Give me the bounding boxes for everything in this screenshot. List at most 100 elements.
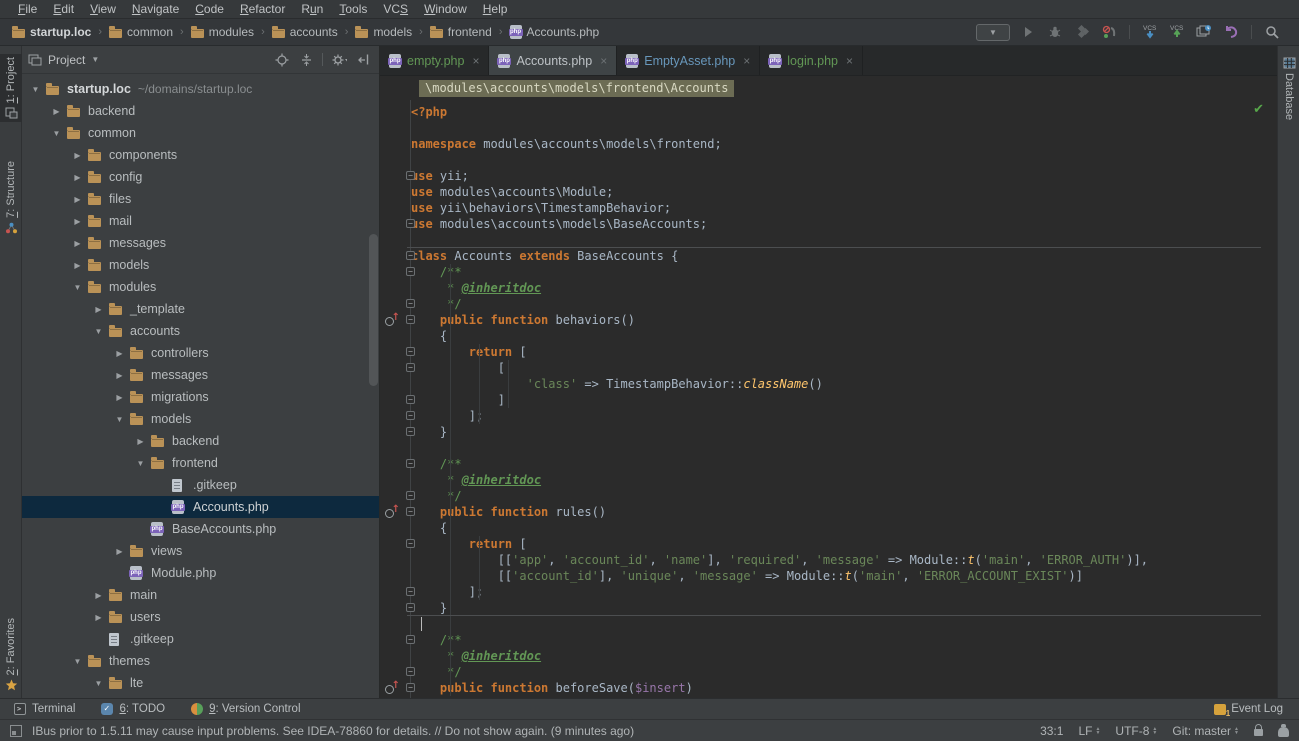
code-line[interactable]: /** [411, 264, 1277, 280]
tree-row-common[interactable]: ▼common [22, 122, 379, 144]
gear-settings-icon[interactable] [331, 52, 347, 68]
tree-row-themes[interactable]: ▼themes [22, 650, 379, 672]
code-line[interactable] [411, 616, 1277, 632]
breadcrumb-item-models[interactable]: models [353, 24, 414, 40]
fold-end-icon[interactable]: − [406, 667, 415, 676]
code-line[interactable]: */ [411, 664, 1277, 680]
tree-row-users[interactable]: ▶users [22, 606, 379, 628]
tree-collapsed-arrow-icon[interactable]: ▶ [46, 107, 67, 116]
tree-row--gitkeep[interactable]: .gitkeep [22, 474, 379, 496]
collapse-all-icon[interactable] [298, 52, 314, 68]
lock-icon[interactable] [1254, 729, 1263, 736]
tree-row-module-php[interactable]: phpModule.php [22, 562, 379, 584]
menu-refactor[interactable]: Refactor [232, 0, 293, 18]
tree-collapsed-arrow-icon[interactable]: ▶ [67, 151, 88, 160]
fold-start-icon[interactable]: − [406, 171, 415, 180]
code-line[interactable]: } [411, 600, 1277, 616]
namespace-reference-chip[interactable]: \modules\accounts\models\frontend\Accoun… [419, 80, 734, 97]
tree-collapsed-arrow-icon[interactable]: ▶ [109, 371, 130, 380]
fold-end-icon[interactable]: − [406, 299, 415, 308]
tree-row-models[interactable]: ▼models [22, 408, 379, 430]
code-line[interactable]: class Accounts extends BaseAccounts { [411, 248, 1277, 264]
menu-file[interactable]: File [10, 0, 45, 18]
code-line[interactable]: use modules\accounts\Module; [411, 184, 1277, 200]
breadcrumb-item-modules[interactable]: modules [189, 24, 256, 40]
tree-expanded-arrow-icon[interactable]: ▼ [25, 85, 46, 94]
fold-start-icon[interactable]: − [406, 347, 415, 356]
tree-row-frontend[interactable]: ▼frontend [22, 452, 379, 474]
code-line[interactable]: return [ [411, 344, 1277, 360]
fold-start-icon[interactable]: − [406, 683, 415, 692]
code-line[interactable]: 'class' => TimestampBehavior::className(… [411, 376, 1277, 392]
fold-start-icon[interactable]: − [406, 539, 415, 548]
toolwindow-toggle-icon[interactable] [10, 725, 22, 737]
menu-code[interactable]: Code [187, 0, 232, 18]
tab-close-icon[interactable]: × [846, 54, 853, 68]
status-message[interactable]: IBus prior to 1.5.11 may cause input pro… [32, 724, 634, 738]
tree-expanded-arrow-icon[interactable]: ▼ [88, 327, 109, 336]
tree-row-accounts[interactable]: ▼accounts [22, 320, 379, 342]
menu-vcs[interactable]: VCS [375, 0, 416, 18]
fold-end-icon[interactable]: − [406, 219, 415, 228]
tree-row-components[interactable]: ▶components [22, 144, 379, 166]
breadcrumb-item-accounts-php[interactable]: phpAccounts.php [508, 24, 602, 40]
breadcrumb-item-common[interactable]: common [107, 24, 175, 40]
code-line[interactable]: { [411, 520, 1277, 536]
tree-expanded-arrow-icon[interactable]: ▼ [109, 415, 130, 424]
tree-row-models[interactable]: ▶models [22, 254, 379, 276]
tree-row--gitkeep[interactable]: .gitkeep [22, 628, 379, 650]
fold-start-icon[interactable]: − [406, 251, 415, 260]
tab-close-icon[interactable]: × [472, 54, 479, 68]
tree-expanded-arrow-icon[interactable]: ▼ [130, 459, 151, 468]
fold-end-icon[interactable]: − [406, 411, 415, 420]
tree-collapsed-arrow-icon[interactable]: ▶ [67, 261, 88, 270]
tree-expanded-arrow-icon[interactable]: ▼ [67, 283, 88, 292]
tree-row-_template[interactable]: ▶_template [22, 298, 379, 320]
code-line[interactable]: namespace modules\accounts\models\fronte… [411, 136, 1277, 152]
override-method-icon[interactable] [385, 682, 399, 694]
tab-close-icon[interactable]: × [600, 54, 607, 68]
tree-row-backend[interactable]: ▶backend [22, 430, 379, 452]
tree-row-baseaccounts-php[interactable]: phpBaseAccounts.php [22, 518, 379, 540]
code-line[interactable]: } [411, 424, 1277, 440]
code-line[interactable]: use yii; [411, 168, 1277, 184]
toolwindow-button-9-version-control[interactable]: 9: Version Control [191, 703, 300, 715]
code-line[interactable] [411, 152, 1277, 168]
rollback-icon[interactable] [1222, 23, 1240, 41]
tree-collapsed-arrow-icon[interactable]: ▶ [67, 239, 88, 248]
hide-panel-icon[interactable] [355, 52, 371, 68]
attach-process-icon[interactable] [1100, 23, 1118, 41]
event-log-button[interactable]: 1 Event Log [1214, 703, 1283, 715]
fold-end-icon[interactable]: − [406, 395, 415, 404]
tree-row-views[interactable]: ▶views [22, 540, 379, 562]
menu-window[interactable]: Window [416, 0, 475, 18]
toolwindow-button-6-todo[interactable]: 6: TODO [101, 703, 165, 715]
stripe-button-1-project[interactable]: 1: Project [0, 54, 22, 122]
fold-start-icon[interactable]: − [406, 363, 415, 372]
fold-start-icon[interactable]: − [406, 507, 415, 516]
tree-row-config[interactable]: ▶config [22, 166, 379, 188]
tree-collapsed-arrow-icon[interactable]: ▶ [130, 437, 151, 446]
hector-inspections-icon[interactable] [1278, 727, 1289, 737]
tree-collapsed-arrow-icon[interactable]: ▶ [88, 591, 109, 600]
tree-row-main[interactable]: ▶main [22, 584, 379, 606]
project-tree-scrollbar[interactable] [369, 234, 378, 386]
menu-tools[interactable]: Tools [331, 0, 375, 18]
code-line[interactable]: [['app', 'account_id', 'name'], 'require… [411, 552, 1277, 568]
editor-tab-empty-php[interactable]: phpempty.php× [380, 46, 489, 75]
fold-end-icon[interactable]: − [406, 603, 415, 612]
toolwindow-button-terminal[interactable]: Terminal [14, 703, 75, 715]
fold-end-icon[interactable]: − [406, 587, 415, 596]
tree-collapsed-arrow-icon[interactable]: ▶ [67, 195, 88, 204]
menu-help[interactable]: Help [475, 0, 516, 18]
code-line[interactable] [411, 120, 1277, 136]
tree-expanded-arrow-icon[interactable]: ▼ [67, 657, 88, 666]
code-line[interactable]: ]; [411, 408, 1277, 424]
tree-row-modules[interactable]: ▼modules [22, 276, 379, 298]
code-line[interactable]: /** [411, 456, 1277, 472]
code-line[interactable]: * @inheritdoc [411, 472, 1277, 488]
code-line[interactable]: [ [411, 360, 1277, 376]
editor-tab-emptyasset-php[interactable]: phpEmptyAsset.php× [617, 46, 760, 75]
code-line[interactable] [411, 440, 1277, 456]
stripe-button-7-structure[interactable]: 7: Structure [0, 158, 22, 237]
